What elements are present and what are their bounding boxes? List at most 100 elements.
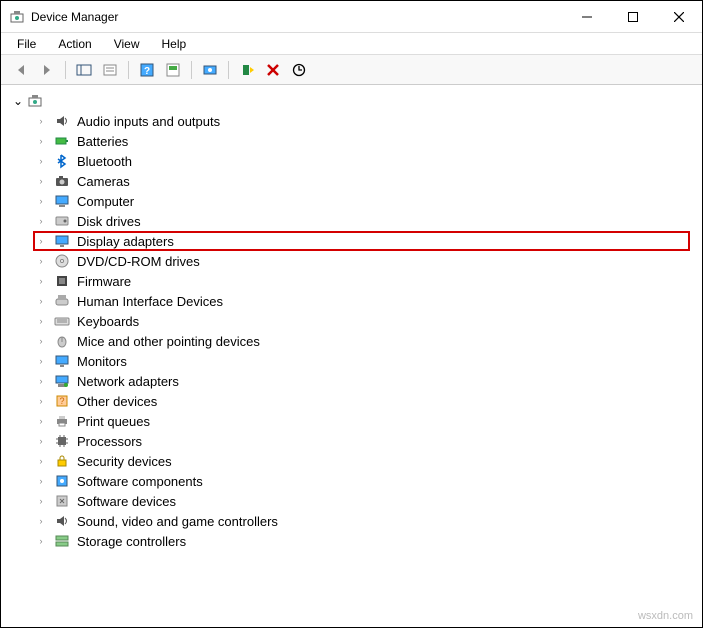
- firmware-icon: [53, 273, 71, 289]
- expand-icon[interactable]: ›: [35, 536, 47, 546]
- properties-button[interactable]: [98, 59, 122, 81]
- expand-icon[interactable]: ›: [35, 516, 47, 526]
- expand-icon[interactable]: ›: [35, 456, 47, 466]
- expand-icon[interactable]: ›: [35, 196, 47, 206]
- tree-node[interactable]: › Bluetooth: [33, 151, 690, 171]
- security-icon: [53, 453, 71, 469]
- update-driver-button[interactable]: [287, 59, 311, 81]
- tree-node[interactable]: › Mice and other pointing devices: [33, 331, 690, 351]
- expand-icon[interactable]: ›: [35, 276, 47, 286]
- tree-node[interactable]: ›? Other devices: [33, 391, 690, 411]
- tree-node[interactable]: › Software components: [33, 471, 690, 491]
- device-tree[interactable]: ⌄ ›Audio inputs and outputs›Batteries›Bl…: [1, 85, 702, 627]
- tree-node[interactable]: › DVD/CD-ROM drives: [33, 251, 690, 271]
- maximize-button[interactable]: [610, 2, 656, 32]
- tree-node[interactable]: ›Storage controllers: [33, 531, 690, 551]
- tree-node[interactable]: › Network adapters: [33, 371, 690, 391]
- software-dev-icon: [53, 493, 71, 509]
- remove-button[interactable]: [261, 59, 285, 81]
- expand-icon[interactable]: ›: [35, 156, 47, 166]
- toolbar-sep: [228, 61, 229, 79]
- sound-icon: [53, 513, 71, 529]
- add-hardware-button[interactable]: [235, 59, 259, 81]
- svg-text:?: ?: [59, 396, 64, 406]
- expand-icon[interactable]: ›: [35, 316, 47, 326]
- tree-node[interactable]: ›Computer: [33, 191, 690, 211]
- tree-node[interactable]: › Processors: [33, 431, 690, 451]
- tree-root[interactable]: ⌄: [13, 93, 690, 109]
- software-comp-icon: [53, 473, 71, 489]
- tree-node[interactable]: ›Sound, video and game controllers: [33, 511, 690, 531]
- tree-node-label: Other devices: [77, 394, 157, 409]
- tree-node-label: Software devices: [77, 494, 176, 509]
- titlebar: Device Manager: [1, 1, 702, 33]
- other-icon: ?: [53, 393, 71, 409]
- tree-node[interactable]: › Monitors: [33, 351, 690, 371]
- svg-text:?: ?: [144, 66, 150, 77]
- bluetooth-icon: [53, 153, 71, 169]
- tree-node-label: Security devices: [77, 454, 172, 469]
- tree-node-label: Processors: [77, 434, 142, 449]
- tree-node[interactable]: ›Cameras: [33, 171, 690, 191]
- tree-node[interactable]: › Disk drives: [33, 211, 690, 231]
- expand-icon[interactable]: ›: [35, 356, 47, 366]
- toolbar-sep: [65, 61, 66, 79]
- tree-node[interactable]: › Security devices: [33, 451, 690, 471]
- expand-icon[interactable]: ›: [35, 216, 47, 226]
- show-hide-tree-button[interactable]: [72, 59, 96, 81]
- forward-button[interactable]: [35, 59, 59, 81]
- tree-node[interactable]: ›Firmware: [33, 271, 690, 291]
- refresh-button[interactable]: [161, 59, 185, 81]
- tree-node-label: Bluetooth: [77, 154, 132, 169]
- menu-file[interactable]: File: [7, 35, 46, 53]
- tree-node-label: Software components: [77, 474, 203, 489]
- tree-node-label: Disk drives: [77, 214, 141, 229]
- expand-icon[interactable]: ›: [35, 376, 47, 386]
- expand-icon[interactable]: ›: [35, 236, 47, 246]
- expand-icon[interactable]: ›: [35, 256, 47, 266]
- tree-node[interactable]: › Print queues: [33, 411, 690, 431]
- tree-node[interactable]: › Software devices: [33, 491, 690, 511]
- collapse-icon[interactable]: ⌄: [13, 94, 23, 108]
- tree-node[interactable]: ›Display adapters: [33, 231, 690, 251]
- close-button[interactable]: [656, 2, 702, 32]
- expand-icon[interactable]: ›: [35, 176, 47, 186]
- titlebar-left: Device Manager: [9, 9, 118, 25]
- menu-action[interactable]: Action: [48, 35, 101, 53]
- battery-icon: [53, 133, 71, 149]
- expand-icon[interactable]: ›: [35, 136, 47, 146]
- expand-icon[interactable]: ›: [35, 476, 47, 486]
- expand-icon[interactable]: ›: [35, 436, 47, 446]
- back-button[interactable]: [9, 59, 33, 81]
- expand-icon[interactable]: ›: [35, 296, 47, 306]
- tree-node-label: Network adapters: [77, 374, 179, 389]
- tree-node-label: DVD/CD-ROM drives: [77, 254, 200, 269]
- menu-help[interactable]: Help: [152, 35, 197, 53]
- tree-node[interactable]: ›Batteries: [33, 131, 690, 151]
- expand-icon[interactable]: ›: [35, 416, 47, 426]
- expand-icon[interactable]: ›: [35, 116, 47, 126]
- minimize-button[interactable]: [564, 2, 610, 32]
- scan-hardware-button[interactable]: [198, 59, 222, 81]
- computer-root-icon: [27, 93, 43, 109]
- tree-node-label: Audio inputs and outputs: [77, 114, 220, 129]
- expand-icon[interactable]: ›: [35, 336, 47, 346]
- tree-node-label: Print queues: [77, 414, 150, 429]
- expand-icon[interactable]: ›: [35, 396, 47, 406]
- network-icon: [53, 373, 71, 389]
- menubar: File Action View Help: [1, 33, 702, 55]
- expand-icon[interactable]: ›: [35, 496, 47, 506]
- app-icon: [9, 9, 25, 25]
- tree-node[interactable]: ›Keyboards: [33, 311, 690, 331]
- tree-node-label: Mice and other pointing devices: [77, 334, 260, 349]
- window-controls: [564, 2, 702, 32]
- tree-node[interactable]: › Audio inputs and outputs: [33, 111, 690, 131]
- tree-node[interactable]: › Human Interface Devices: [33, 291, 690, 311]
- tree-node-label: Monitors: [77, 354, 127, 369]
- camera-icon: [53, 173, 71, 189]
- disk-icon: [53, 213, 71, 229]
- menu-view[interactable]: View: [104, 35, 150, 53]
- help-button[interactable]: ?: [135, 59, 159, 81]
- tree-node-label: Human Interface Devices: [77, 294, 223, 309]
- processor-icon: [53, 433, 71, 449]
